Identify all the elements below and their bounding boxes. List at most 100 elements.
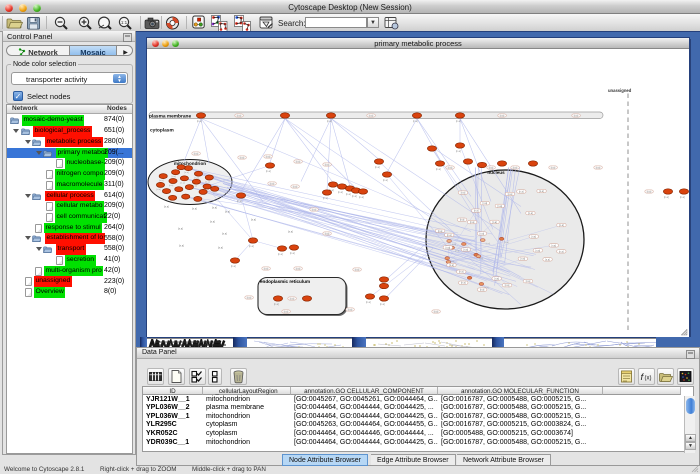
svg-text:[n.a]: [n.a] [459, 272, 464, 274]
svg-text:unassigned: unassigned [608, 88, 632, 93]
svg-text:[n.a]: [n.a] [413, 120, 418, 123]
svg-text:[n.a]: [n.a] [383, 179, 388, 182]
svg-text:[n.a]: [n.a] [327, 120, 332, 123]
svg-text:[n.a]: [n.a] [559, 251, 564, 253]
svg-text:[n.a]: [n.a] [483, 203, 488, 205]
svg-text:[n.a]: [n.a] [448, 168, 453, 170]
svg-text:[n.a]: [n.a] [346, 193, 351, 196]
svg-text:[n.a]: [n.a] [266, 170, 271, 173]
svg-text:[n.a]: [n.a] [288, 231, 293, 234]
svg-text:[n.a]: [n.a] [180, 182, 185, 184]
svg-text:[n.a]: [n.a] [447, 235, 452, 237]
svg-text:nucleus: nucleus [487, 170, 505, 175]
svg-text:[n.a]: [n.a] [212, 207, 217, 210]
svg-text:[n.a]: [n.a] [359, 196, 364, 199]
svg-text:[n.a]: [n.a] [210, 221, 215, 224]
svg-text:[n.a]: [n.a] [237, 200, 242, 203]
svg-text:[n.a]: [n.a] [157, 189, 162, 191]
svg-text:[n.a]: [n.a] [480, 290, 485, 292]
svg-text:[n.a]: [n.a] [450, 261, 454, 263]
svg-text:[n.a]: [n.a] [251, 219, 256, 222]
svg-text:[n.a]: [n.a] [486, 243, 490, 245]
svg-text:[n.a]: [n.a] [325, 234, 330, 236]
svg-text:[n.a]: [n.a] [290, 252, 295, 255]
svg-text:[n.a]: [n.a] [172, 176, 177, 178]
svg-text:[n.a]: [n.a] [222, 233, 227, 236]
svg-text:[n.a]: [n.a] [247, 298, 252, 300]
svg-text:[n.a]: [n.a] [479, 258, 483, 260]
svg-text:[n.a]: [n.a] [169, 185, 174, 187]
svg-text:cytoplasm: cytoplasm [150, 128, 174, 134]
svg-text:[n.a]: [n.a] [513, 168, 518, 170]
svg-text:[n.a]: [n.a] [348, 310, 353, 312]
svg-text:(x): (x) [645, 376, 652, 382]
svg-text:[n.a]: [n.a] [266, 157, 271, 159]
svg-text:[n.a]: [n.a] [249, 245, 254, 248]
svg-text:[n.a]: [n.a] [369, 116, 374, 118]
svg-text:[n.a]: [n.a] [192, 208, 197, 211]
svg-text:[n.a]: [n.a] [508, 194, 513, 196]
svg-text:[n.a]: [n.a] [366, 301, 371, 304]
svg-text:[n.a]: [n.a] [528, 213, 533, 215]
svg-text:[n.a]: [n.a] [596, 168, 601, 170]
svg-text:[n.a]: [n.a] [680, 196, 685, 199]
svg-text:[n.a]: [n.a] [474, 211, 479, 213]
svg-text:[n.a]: [n.a] [505, 285, 510, 287]
svg-text:[n.a]: [n.a] [296, 269, 301, 271]
svg-text:[n.a]: [n.a] [492, 222, 497, 224]
svg-text:[n.a]: [n.a] [184, 172, 189, 174]
svg-text:[n.a]: [n.a] [470, 222, 475, 224]
svg-text:[n.a]: [n.a] [375, 166, 380, 169]
svg-text:[n.a]: [n.a] [225, 211, 230, 214]
svg-text:[n.a]: [n.a] [500, 116, 505, 118]
svg-text:[n.a]: [n.a] [456, 150, 461, 153]
svg-text:[n.a]: [n.a] [464, 250, 469, 252]
svg-text:[n.a]: [n.a] [312, 210, 317, 212]
svg-text:[n.a]: [n.a] [434, 312, 439, 314]
svg-text:[n.a]: [n.a] [274, 303, 279, 306]
svg-text:endoplasmic reticulum: endoplasmic reticulum [260, 279, 310, 284]
svg-text:[n.a]: [n.a] [290, 299, 295, 301]
svg-text:[n.a]: [n.a] [461, 193, 466, 195]
svg-text:[n.a]: [n.a] [284, 312, 289, 314]
svg-text:[n.a]: [n.a] [449, 265, 454, 267]
svg-text:[n.a]: [n.a] [205, 182, 210, 184]
svg-text:[n.a]: [n.a] [526, 281, 531, 283]
svg-text:[n.a]: [n.a] [438, 231, 443, 233]
svg-text:[n.a]: [n.a] [461, 283, 466, 285]
svg-text:[n.a]: [n.a] [505, 242, 509, 244]
svg-text:[n.a]: [n.a] [489, 168, 494, 170]
svg-text:[n.a]: [n.a] [237, 116, 242, 118]
svg-text:[n.a]: [n.a] [264, 269, 269, 271]
svg-text:[n.a]: [n.a] [197, 120, 202, 123]
svg-text:[n.a]: [n.a] [551, 245, 556, 247]
svg-text:[n.a]: [n.a] [539, 191, 544, 193]
svg-text:[n.a]: [n.a] [296, 162, 301, 164]
svg-text:[n.a]: [n.a] [664, 196, 669, 199]
svg-text:plasma membrane: plasma membrane [149, 113, 191, 119]
svg-text:[n.a]: [n.a] [278, 253, 283, 256]
svg-text:[n.a]: [n.a] [325, 165, 330, 167]
svg-text:[n.a]: [n.a] [531, 237, 536, 239]
svg-text:[n.a]: [n.a] [270, 184, 275, 186]
svg-text:[n.a]: [n.a] [338, 191, 343, 194]
svg-text:[n.a]: [n.a] [380, 303, 385, 306]
svg-text:[n.a]: [n.a] [519, 192, 524, 194]
svg-text:[n.a]: [n.a] [218, 247, 223, 250]
svg-text:[n.a]: [n.a] [293, 187, 298, 189]
svg-text:[n.a]: [n.a] [551, 168, 556, 170]
svg-text:[n.a]: [n.a] [164, 206, 169, 209]
svg-text:[n.a]: [n.a] [460, 220, 465, 222]
svg-text:[n.a]: [n.a] [456, 120, 461, 123]
svg-text:[n.a]: [n.a] [455, 251, 459, 253]
svg-text:[n.a]: [n.a] [159, 180, 164, 182]
svg-text:[n.a]: [n.a] [178, 228, 183, 231]
svg-text:[n.a]: [n.a] [231, 265, 236, 268]
svg-text:[n.a]: [n.a] [574, 116, 579, 118]
svg-text:[n.a]: [n.a] [559, 225, 564, 227]
svg-text:[n.a]: [n.a] [323, 197, 328, 200]
svg-text:[n.a]: [n.a] [452, 244, 456, 246]
svg-text:[n.a]: [n.a] [536, 250, 541, 252]
svg-text:1:1: 1:1 [121, 20, 128, 25]
svg-text:[n.a]: [n.a] [194, 154, 199, 156]
